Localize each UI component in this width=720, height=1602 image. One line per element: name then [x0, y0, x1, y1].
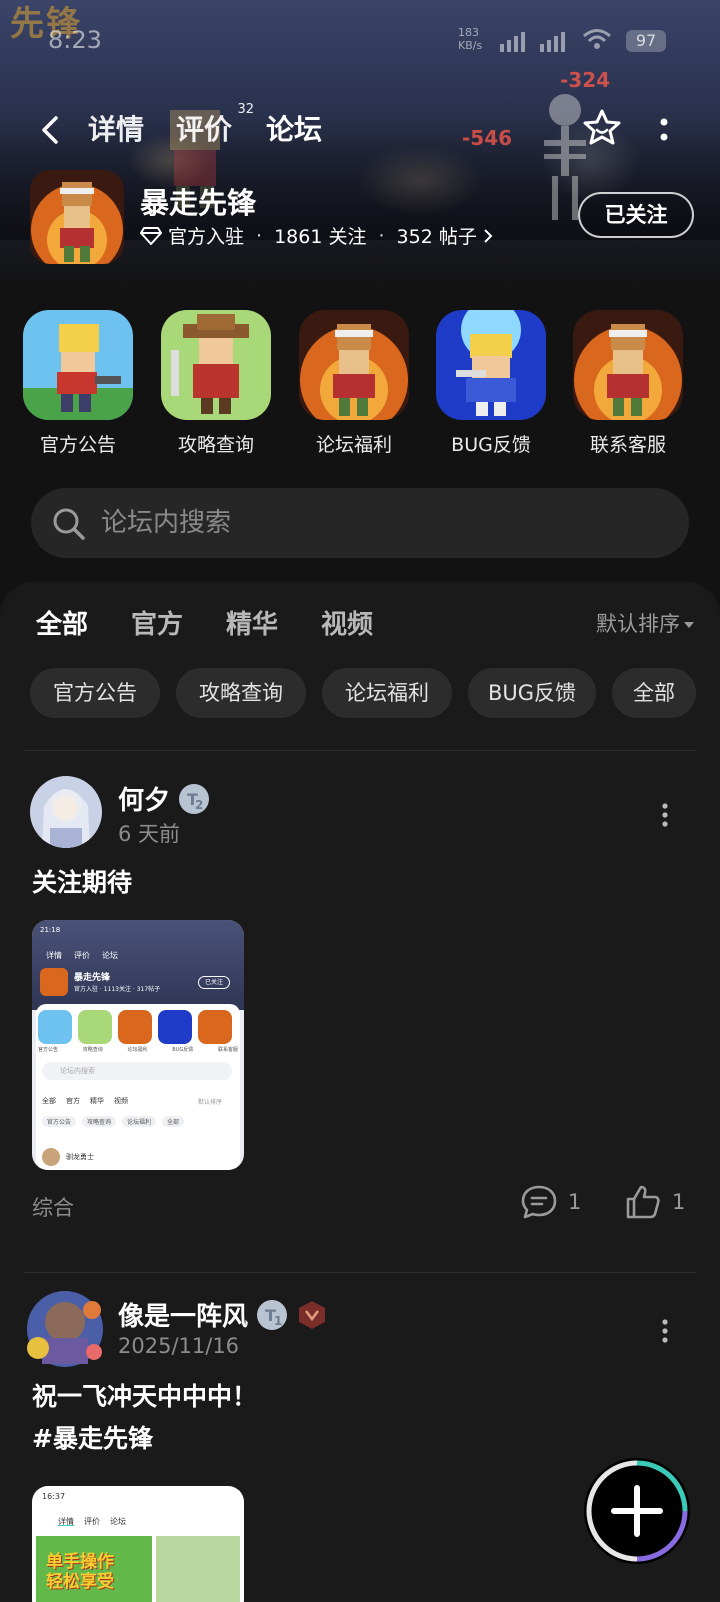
more-vertical-icon[interactable] [652, 110, 676, 150]
damage-number: -324 [560, 68, 611, 92]
svg-text:2: 2 [195, 798, 203, 812]
back-arrow-icon[interactable] [36, 112, 66, 148]
chip-announcement[interactable]: 官方公告 [30, 668, 160, 718]
network-speed: 183 KB/s [458, 26, 483, 52]
game-title: 暴走先锋 [140, 186, 257, 220]
chevron-right-icon [484, 228, 493, 243]
announcement-hero-icon [23, 310, 133, 420]
avatar[interactable] [30, 776, 102, 848]
post-image[interactable]: 21:18 详情 评价 论坛 暴走先锋 官方入驻 · 1113关注 · 317帖… [32, 920, 244, 1170]
post-more-icon[interactable] [660, 1318, 670, 1344]
like-count[interactable]: 1 [624, 1184, 685, 1220]
wifi-icon [583, 29, 611, 49]
game-icon[interactable] [30, 170, 124, 264]
favorite-star-icon[interactable] [580, 106, 624, 150]
category-chips: 官方公告 攻略查询 论坛福利 BUG反馈 全部 [30, 668, 720, 718]
review-count-badge: 32 [237, 102, 255, 117]
chip-welfare[interactable]: 论坛福利 [322, 668, 452, 718]
entry-announcement[interactable]: 官方公告 [23, 310, 133, 457]
level-badge-icon: T 2 [179, 783, 210, 814]
svg-text:1: 1 [274, 1314, 282, 1328]
battery-icon: 97 [626, 30, 666, 52]
comment-icon [521, 1185, 557, 1219]
guide-cowboy-icon [161, 310, 271, 420]
divider [24, 750, 696, 751]
forum-search-bar[interactable] [31, 488, 689, 558]
entry-welfare[interactable]: 论坛福利 [299, 310, 409, 457]
level-badge-icon: T 1 [257, 1299, 288, 1330]
honor-badge-icon [299, 1300, 326, 1329]
post-more-icon[interactable] [660, 802, 670, 828]
forum-panel: 全部 官方 精华 视频 默认排序 官方公告 攻略查询 论坛福利 BUG反馈 全部… [0, 582, 720, 1602]
post-image[interactable]: 16:37 详情 评价 论坛 单手操作 轻松享受 [32, 1486, 244, 1602]
verified-label: 官方入驻 [168, 226, 245, 248]
search-icon [53, 508, 85, 540]
post-text: 关注期待 [32, 868, 133, 897]
post-card[interactable]: 何夕 T 2 6 天前 关注期待 21:18 详情 评价 论坛 暴走先锋 官方入… [0, 776, 720, 1226]
post-text: 祝一飞冲天中中中！ #暴走先锋 [32, 1382, 258, 1453]
status-time: 8:23 [48, 26, 102, 54]
tab-details[interactable]: 详情 [88, 108, 144, 148]
search-input[interactable] [101, 498, 661, 548]
signal-icon [540, 30, 565, 52]
post-username[interactable]: 何夕 T 2 [118, 780, 210, 817]
post-username[interactable]: 像是一阵风 T 1 [118, 1296, 328, 1333]
follow-button[interactable]: 已关注 [578, 192, 694, 238]
post-category[interactable]: 综合 [32, 1192, 74, 1222]
thumbs-up-icon [626, 1185, 660, 1219]
entry-bug-report[interactable]: BUG反馈 [436, 310, 546, 457]
chip-guide[interactable]: 攻略查询 [176, 668, 306, 718]
create-post-button[interactable] [584, 1458, 690, 1564]
dropdown-triangle-icon [684, 622, 694, 628]
post-time: 2025/11/16 [118, 1334, 240, 1358]
sort-dropdown[interactable]: 默认排序 [596, 608, 694, 638]
tab-forum[interactable]: 论坛 [266, 108, 323, 148]
bug-report-hero-icon [436, 310, 546, 420]
divider [24, 1272, 696, 1273]
top-nav: 详情 评价 32 论坛 [0, 100, 720, 160]
game-banner: 先锋 -324 -546 8:23 183 KB/s 97 详情 评价 32 论… [0, 0, 720, 290]
game-info: 暴走先锋 官方入驻 · 1861 关注 · 352 帖子 已关注 [30, 170, 694, 266]
filter-tab-featured[interactable]: 精华 [226, 604, 278, 641]
entry-guide[interactable]: 攻略查询 [161, 310, 271, 457]
plus-icon [586, 1460, 688, 1562]
filter-tab-video[interactable]: 视频 [321, 604, 373, 641]
follower-count: 1861 关注 [274, 226, 367, 248]
thumb-game-icon [40, 968, 68, 996]
diamond-verified-icon [140, 226, 162, 245]
welfare-hero-icon [299, 310, 409, 420]
entry-support[interactable]: 联系客服 [573, 310, 683, 457]
comment-count[interactable]: 1 [520, 1184, 581, 1220]
filter-tab-all[interactable]: 全部 [36, 604, 89, 641]
support-hero-icon [573, 310, 683, 420]
chip-bug[interactable]: BUG反馈 [468, 668, 596, 718]
status-bar: 8:23 183 KB/s 97 [0, 24, 720, 58]
avatar[interactable] [24, 1288, 106, 1370]
chip-all[interactable]: 全部 [612, 668, 696, 718]
post-count: 352 帖子 [396, 226, 477, 248]
quick-entries: 官方公告 攻略查询 论坛福利 BUG反馈 联系客服 [0, 310, 720, 460]
signal-icon [500, 30, 525, 52]
post-time: 6 天前 [118, 822, 181, 846]
tab-reviews[interactable]: 评价 32 [176, 102, 254, 148]
filter-tab-official[interactable]: 官方 [131, 604, 183, 641]
game-meta[interactable]: 官方入驻 · 1861 关注 · 352 帖子 [140, 222, 493, 249]
